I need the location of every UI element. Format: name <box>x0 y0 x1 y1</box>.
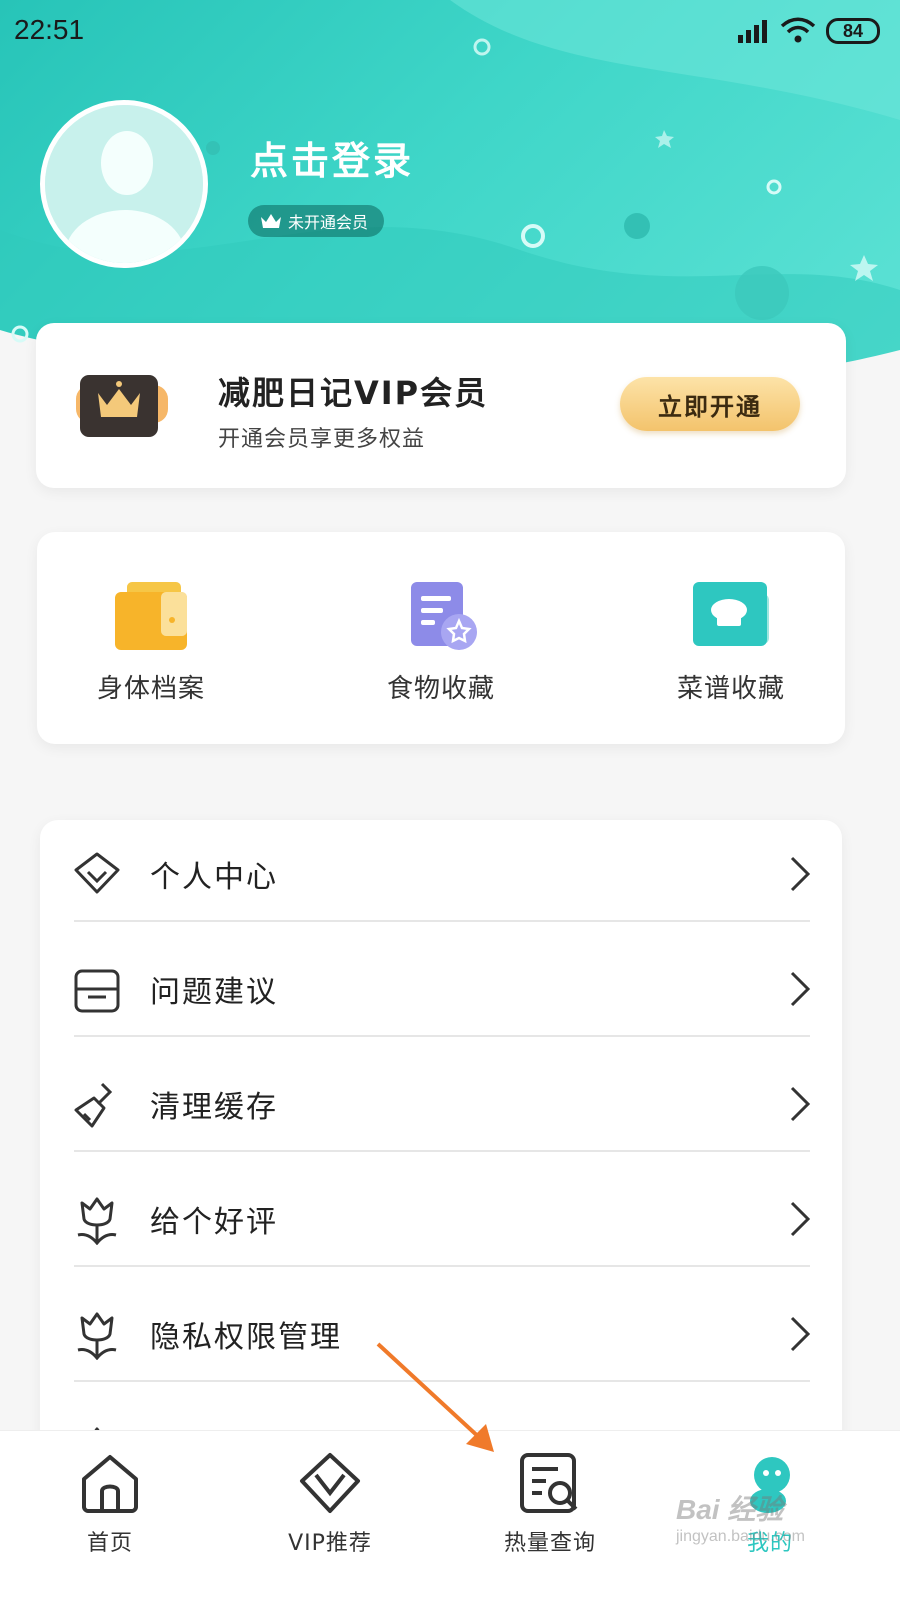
vip-card-subtitle: 开通会员享更多权益 <box>218 427 426 452</box>
menu-item-personal-center[interactable]: 个人中心 <box>40 820 842 935</box>
wallet-icon <box>111 582 191 654</box>
menu-label: 清理缓存 <box>150 1090 278 1125</box>
crown-icon <box>261 214 281 228</box>
menu-label: 问题建议 <box>150 975 278 1010</box>
activate-vip-button[interactable]: 立即开通 <box>620 377 800 431</box>
shortcut-recipe-favorites[interactable]: 菜谱收藏 <box>641 582 821 722</box>
diamond-icon <box>74 852 120 894</box>
avatar[interactable] <box>40 100 208 268</box>
menu-item-clear-cache[interactable]: 清理缓存 <box>40 1050 842 1165</box>
chevron-right-icon <box>790 971 811 1007</box>
tab-label: 热量查询 <box>503 1531 596 1556</box>
vip-card-title: 减肥日记VIP会员 <box>218 374 489 412</box>
document-star-icon <box>401 582 481 654</box>
chef-hat-icon <box>691 582 771 654</box>
home-icon <box>82 1455 138 1513</box>
menu-item-rate-app[interactable]: 给个好评 <box>40 1165 842 1280</box>
shortcut-label: 身体档案 <box>96 674 205 704</box>
tab-vip-recommend[interactable]: VIP推荐 <box>260 1451 400 1581</box>
menu-item-feedback[interactable]: 问题建议 <box>40 935 842 1050</box>
tab-calorie-query[interactable]: 热量查询 <box>480 1451 620 1581</box>
shortcut-label: 菜谱收藏 <box>676 674 785 704</box>
shortcut-body-profile[interactable]: 身体档案 <box>61 582 241 722</box>
vip-membership-card[interactable]: 减肥日记VIP会员 开通会员享更多权益 立即开通 <box>36 323 846 488</box>
tab-label: VIP推荐 <box>288 1531 372 1556</box>
battery-indicator: 84 <box>826 18 880 44</box>
tulip-icon <box>77 1312 117 1360</box>
brush-icon <box>74 1082 113 1128</box>
vip-v-icon <box>300 1453 360 1513</box>
menu-divider <box>74 920 810 922</box>
menu-divider <box>74 1035 810 1037</box>
tab-label: 首页 <box>86 1531 133 1556</box>
menu-label: 个人中心 <box>150 860 278 895</box>
inbox-icon <box>74 969 120 1013</box>
vip-status-label: 未开通会员 <box>288 213 369 232</box>
default-avatar-icon <box>45 105 203 263</box>
shortcut-panel: 身体档案 食物收藏 菜谱收藏 <box>37 532 845 744</box>
menu-label: 给个好评 <box>150 1205 278 1240</box>
shortcut-label: 食物收藏 <box>386 674 495 704</box>
chevron-right-icon <box>790 1201 811 1237</box>
vip-crown-icon <box>76 371 168 441</box>
menu-label: 隐私权限管理 <box>150 1320 342 1355</box>
signal-icon <box>738 20 767 43</box>
tab-home[interactable]: 首页 <box>40 1451 180 1581</box>
status-bar: 22:51 84 <box>0 0 900 60</box>
chevron-right-icon <box>790 1086 811 1122</box>
wifi-icon <box>780 17 816 43</box>
login-prompt[interactable]: 点击登录 <box>250 130 414 185</box>
tulip-icon <box>77 1197 117 1245</box>
annotation-arrow-icon <box>376 1342 494 1452</box>
watermark-brand: Bai 经验 <box>676 1494 784 1525</box>
vip-status-badge: 未开通会员 <box>248 205 385 237</box>
chevron-right-icon <box>790 1316 811 1352</box>
status-time: 22:51 <box>14 14 85 45</box>
menu-divider <box>74 1265 810 1267</box>
calorie-search-icon <box>520 1453 578 1513</box>
chevron-right-icon <box>790 856 811 892</box>
menu-divider <box>74 1150 810 1152</box>
shortcut-food-favorites[interactable]: 食物收藏 <box>351 582 531 722</box>
watermark-url: jingyan.baidu.com <box>676 1528 805 1545</box>
